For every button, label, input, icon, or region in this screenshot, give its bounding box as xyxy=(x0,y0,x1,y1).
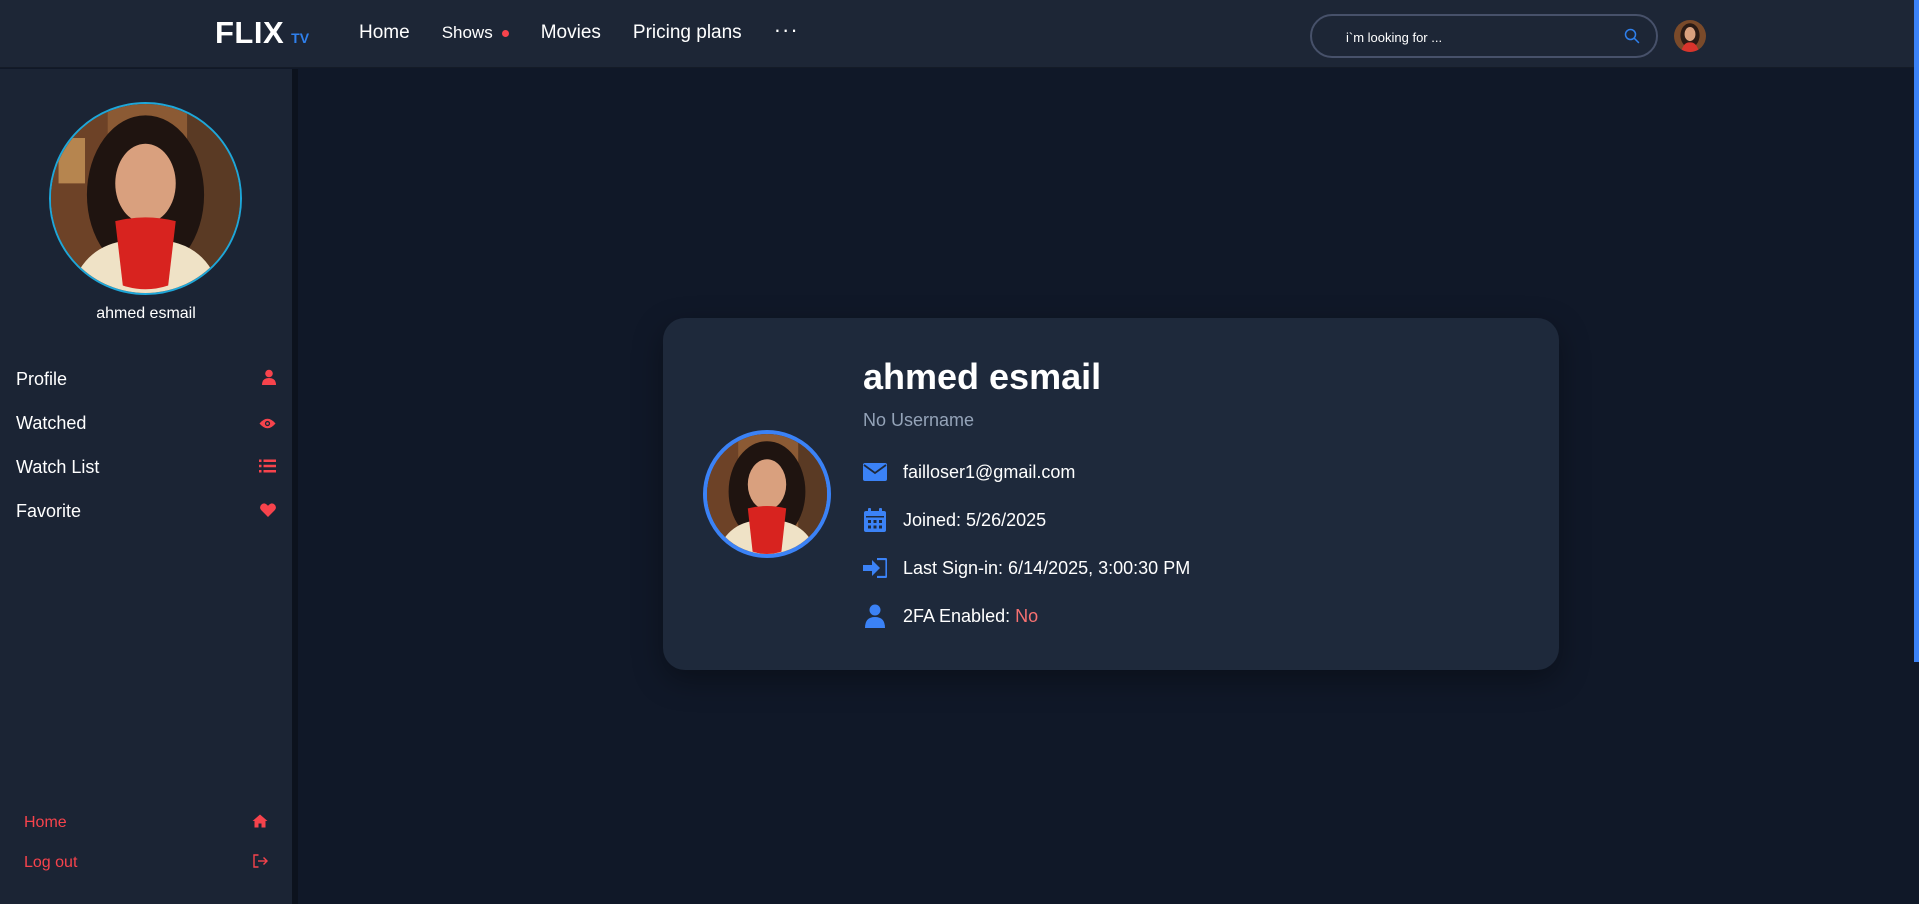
search-icon[interactable] xyxy=(1624,28,1640,49)
nav-shows[interactable]: Shows xyxy=(442,23,509,43)
sidebar-item-logout[interactable]: Log out xyxy=(24,843,268,883)
sidebar-item-home[interactable]: Home xyxy=(24,803,268,843)
sidebar-item-favorite[interactable]: Favorite xyxy=(16,489,276,533)
sign-in-icon xyxy=(863,556,887,580)
sidebar-item-label: Home xyxy=(24,814,67,831)
logout-icon xyxy=(253,853,268,873)
profile-2fa-label: 2FA Enabled: xyxy=(903,605,1011,626)
sidebar-item-watch-list[interactable]: Watch List xyxy=(16,445,276,489)
main-nav: Home Shows Movies Pricing plans ··· xyxy=(359,19,831,44)
nav-shows-label: Shows xyxy=(441,23,493,42)
logo[interactable]: FLIX TV xyxy=(215,15,309,51)
list-icon xyxy=(259,457,276,478)
search-box xyxy=(1310,14,1658,58)
sidebar-avatar xyxy=(49,102,242,295)
more-menu-icon[interactable]: ··· xyxy=(774,19,799,41)
sidebar-item-label: Watch List xyxy=(16,456,100,477)
profile-2fa-value: No xyxy=(1015,605,1039,626)
heart-icon xyxy=(260,501,276,522)
search-input[interactable] xyxy=(1346,26,1616,48)
user-icon xyxy=(262,369,276,390)
profile-joined: Joined: 5/26/2025 xyxy=(903,509,1047,530)
profile-joined-row: Joined: 5/26/2025 xyxy=(863,508,1046,532)
logo-subtext: TV xyxy=(291,30,310,46)
envelope-icon xyxy=(863,460,887,484)
header-avatar[interactable] xyxy=(1674,20,1706,52)
scrollbar[interactable] xyxy=(1914,0,1919,662)
eye-icon xyxy=(259,413,276,434)
notification-dot xyxy=(501,29,509,37)
profile-name: ahmed esmail xyxy=(863,356,1102,397)
profile-avatar xyxy=(703,430,831,558)
nav-home[interactable]: Home xyxy=(359,22,410,44)
profile-last-signin-row: Last Sign-in: 6/14/2025, 3:00:30 PM xyxy=(863,556,1190,580)
home-icon xyxy=(252,814,268,833)
nav-pricing-plans[interactable]: Pricing plans xyxy=(633,22,742,44)
sidebar-item-label: Profile xyxy=(16,368,68,389)
sidebar-user-name: ahmed esmail xyxy=(96,305,196,322)
sidebar-item-label: Watched xyxy=(16,412,87,433)
sidebar-item-label: Log out xyxy=(24,854,78,871)
sidebar-item-profile[interactable]: Profile xyxy=(16,357,276,401)
logo-text: FLIX xyxy=(215,15,285,50)
top-header: FLIX TV Home Shows Movies Pricing plans … xyxy=(0,0,1919,68)
user-icon xyxy=(863,604,887,628)
profile-last-signin: Last Sign-in: 6/14/2025, 3:00:30 PM xyxy=(903,557,1191,578)
profile-username: No Username xyxy=(863,410,975,430)
sidebar-item-watched[interactable]: Watched xyxy=(16,401,276,445)
profile-2fa-row: 2FA Enabled: No xyxy=(863,604,1038,628)
profile-card: ahmed esmail No Username failloser1@gmai… xyxy=(663,318,1559,670)
nav-movies[interactable]: Movies xyxy=(541,22,601,44)
sidebar-bottom-menu: Home Log out xyxy=(24,803,268,883)
profile-email: failloser1@gmail.com xyxy=(903,461,1076,482)
sidebar-menu: Profile Watched Watch List Favorite xyxy=(16,357,276,533)
sidebar: ahmed esmail Profile Watched Watch List … xyxy=(0,69,292,904)
calendar-icon xyxy=(863,508,887,532)
sidebar-item-label: Favorite xyxy=(16,500,82,521)
sidebar-divider xyxy=(292,69,298,904)
profile-email-row: failloser1@gmail.com xyxy=(863,460,1075,484)
